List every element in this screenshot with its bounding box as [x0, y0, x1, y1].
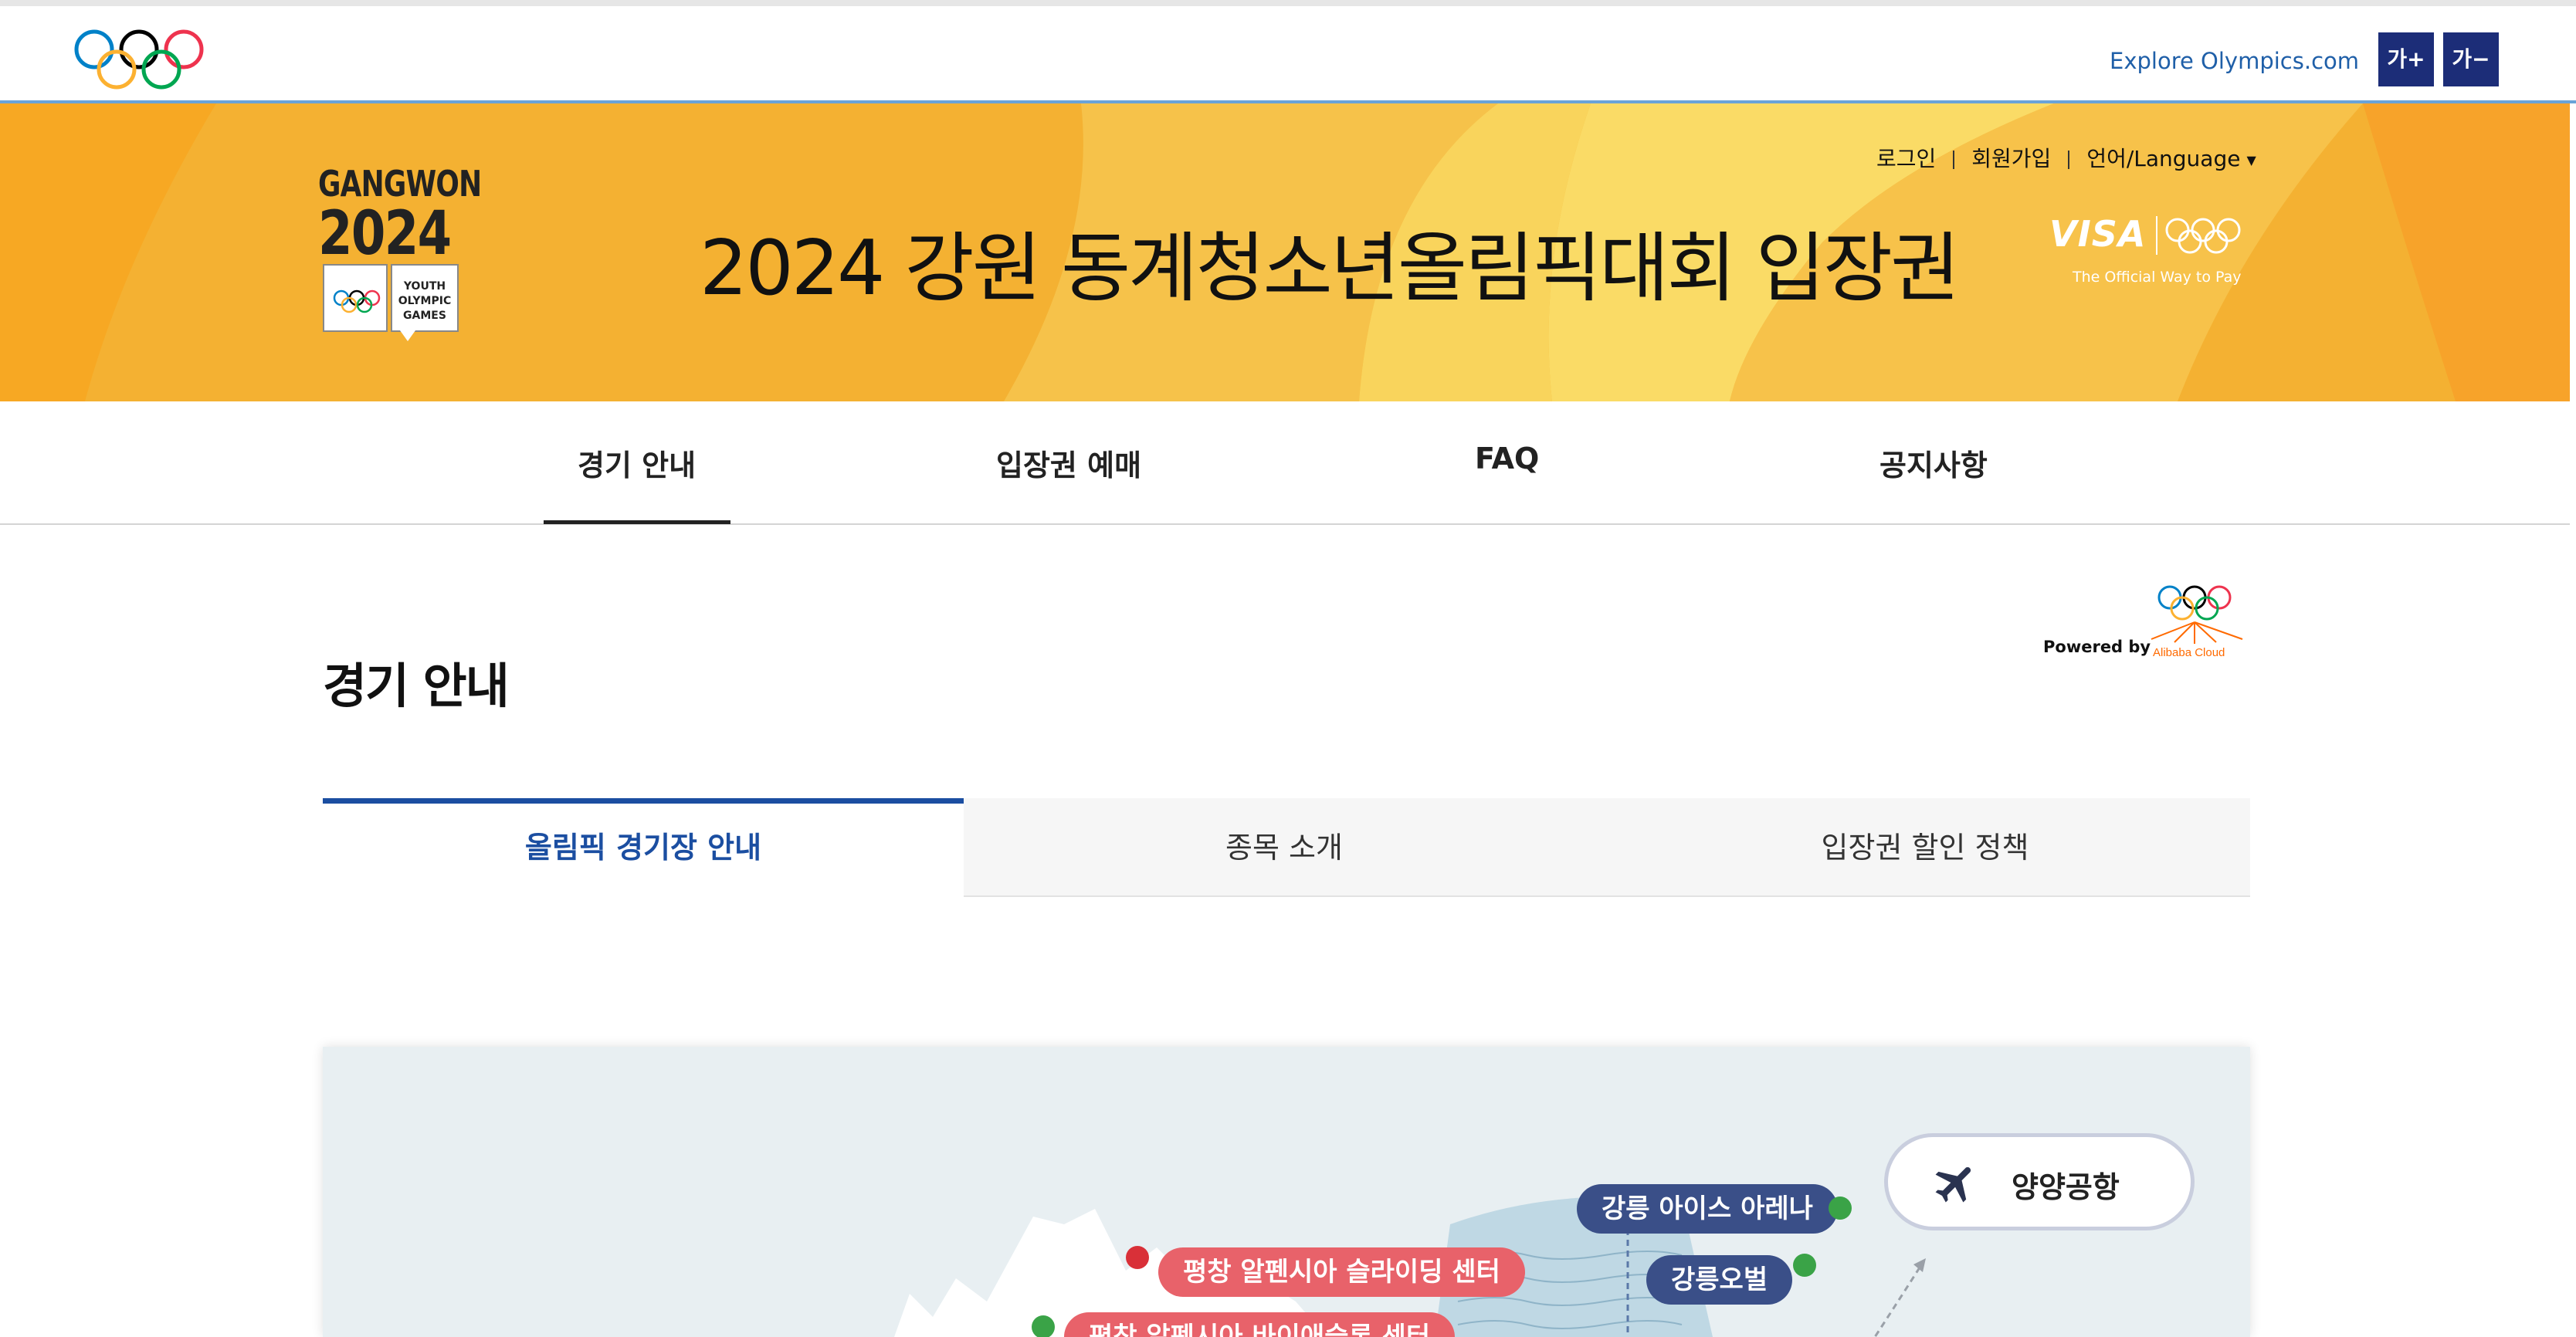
font-increase-button[interactable]: 가+ [2378, 32, 2434, 86]
visa-divider [2156, 216, 2157, 255]
language-label: 언어/Language [2086, 146, 2241, 171]
top-bar: Explore Olympics.com 가+ 가− [0, 0, 2576, 103]
section-heading: 경기 안내 [323, 658, 510, 714]
logo-rings-badge [323, 264, 388, 332]
logo-badge-tail [400, 330, 415, 341]
hero-banner: GANGWON 2024 YOUTH OLYMPIC GAMES 2024 강원… [0, 103, 2570, 401]
venue-label-gangneung-ice-arena[interactable]: 강릉 아이스 아레나 [1577, 1184, 1838, 1234]
main-navigation: 경기 안내 입장권 예매 FAQ 공지사항 [0, 401, 2570, 525]
logo-line-2: 2024 [318, 199, 452, 269]
venue-label-alpensia-sliding[interactable]: 평창 알펜시아 슬라이딩 센터 [1158, 1247, 1525, 1297]
nav-ticket-booking[interactable]: 입장권 예매 [996, 442, 1141, 484]
gangwon-2024-logo[interactable]: GANGWON 2024 [318, 164, 527, 264]
badge-line-1: YOUTH [403, 280, 446, 293]
venue-marker[interactable] [1793, 1254, 1816, 1277]
venue-marker[interactable] [1032, 1315, 1055, 1337]
logo-yog-badge: YOUTH OLYMPIC GAMES [391, 264, 459, 332]
venue-label-gangneung-oval[interactable]: 강릉오벌 [1646, 1255, 1793, 1305]
venue-marker[interactable] [1126, 1246, 1149, 1269]
nav-faq[interactable]: FAQ [1475, 442, 1539, 476]
partner-name: Alibaba Cloud [2153, 646, 2225, 659]
airport-marker[interactable]: 양양공항 [1884, 1133, 2195, 1230]
explore-olympics-link[interactable]: Explore Olympics.com [2110, 48, 2359, 74]
caret-down-icon: ▼ [2246, 152, 2256, 168]
badge-line-3: GAMES [403, 310, 446, 322]
logo-line-1: GANGWON [318, 163, 482, 205]
powered-by-label: Powered by [2043, 638, 2151, 656]
venue-marker[interactable] [1829, 1197, 1852, 1220]
language-selector[interactable]: 언어/Language ▼ [2086, 146, 2256, 171]
tab-sport-intro[interactable]: 종목 소개 [964, 798, 1605, 897]
nav-active-indicator [544, 520, 730, 524]
badge-line-2: OLYMPIC [398, 295, 452, 307]
airplane-icon [1935, 1167, 1971, 1203]
nav-game-info[interactable]: 경기 안내 [578, 442, 696, 484]
login-link[interactable]: 로그인 [1876, 146, 1936, 171]
page-title: 2024 강원 동계청소년올림픽대회 입장권 [700, 225, 1960, 313]
nav-notices[interactable]: 공지사항 [1879, 442, 1988, 484]
olympic-rings-logo[interactable] [73, 28, 205, 91]
venue-map: 강릉 아이스 아레나 강릉오벌 평창 알펜시아 슬라이딩 센터 평창 알펜시아 … [323, 1047, 2250, 1337]
sub-tab-bar: 올림픽 경기장 안내 종목 소개 입장권 할인 정책 [323, 798, 2250, 897]
signup-link[interactable]: 회원가입 [1971, 146, 2051, 171]
visa-tagline: The Official Way to Pay [2073, 269, 2242, 286]
airport-label: 양양공항 [2012, 1170, 2120, 1204]
font-decrease-button[interactable]: 가− [2443, 32, 2499, 86]
venue-label-alpensia-biathlon[interactable]: 평창 알펜시아 바이애슬론 센터 [1064, 1312, 1456, 1337]
olympic-rings-icon [2165, 218, 2241, 254]
tab-venue-guide[interactable]: 올림픽 경기장 안내 [323, 798, 964, 897]
visa-wordmark: VISA [2049, 213, 2147, 255]
small-olympic-rings-icon [333, 289, 381, 313]
tab-discount-policy[interactable]: 입장권 할인 정책 [1605, 798, 2246, 897]
alibaba-cloud-partner-logo: Alibaba Cloud [2151, 585, 2243, 659]
utility-links: 로그인 회원가입 언어/Language ▼ [1876, 142, 2256, 173]
